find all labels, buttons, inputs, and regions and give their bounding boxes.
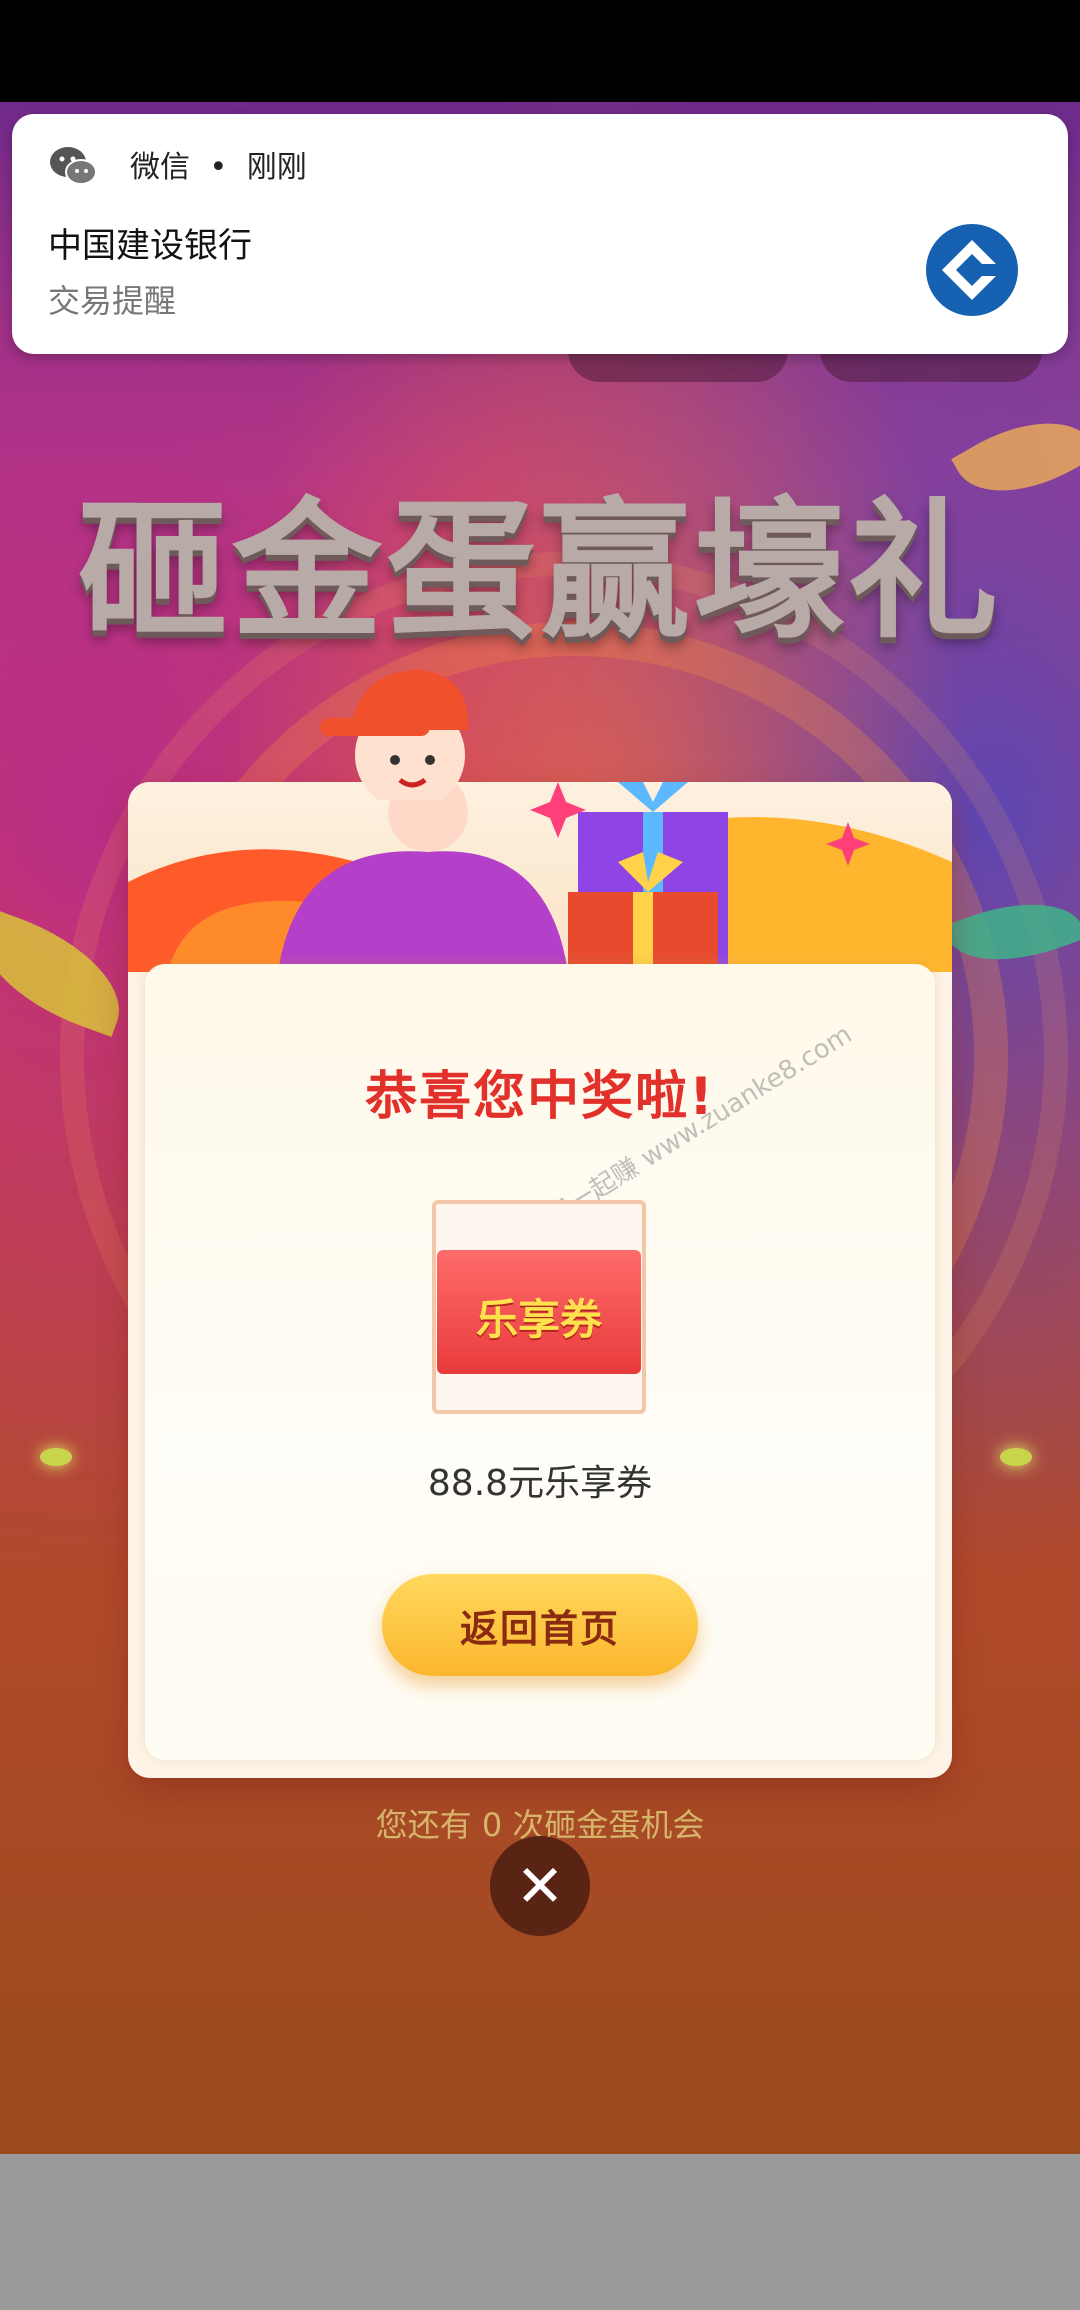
banner-illustration [128, 782, 952, 972]
status-bar [0, 0, 1080, 102]
return-home-button[interactable]: 返回首页 [382, 1574, 698, 1676]
page: 砸金蛋赢壕礼 赚客吧，有奖一起赚 www.zuanke8.com 恭喜您中奖啦! [0, 0, 1080, 2310]
coupon-label: 乐享券 [475, 1295, 602, 1344]
notification-title: 中国建设银行 [48, 226, 252, 266]
mascot-head [320, 670, 469, 800]
wechat-icon [50, 147, 97, 185]
wechat-notification[interactable]: 微信 • 刚刚 中国建设银行 交易提醒 [12, 114, 1068, 354]
notification-time: 刚刚 [246, 150, 307, 185]
bottom-area [0, 2154, 1080, 2310]
prize-name: 88.8元乐享券 [427, 1463, 653, 1504]
notification-app-name: 微信 [130, 150, 190, 185]
dialog-banner [128, 782, 952, 972]
return-home-label: 返回首页 [459, 1606, 620, 1651]
close-icon: ✕ [515, 1852, 565, 1920]
decor-dot [40, 1448, 72, 1466]
congrats-headline: 恭喜您中奖啦! [365, 1067, 715, 1127]
notification-separator: • [209, 150, 228, 185]
decor-dot [1000, 1448, 1032, 1466]
notification-header: 微信 • 刚刚 [130, 142, 307, 186]
notification-body: 交易提醒 [48, 282, 177, 320]
close-dialog-button[interactable]: ✕ [490, 1836, 590, 1936]
hero-title: 砸金蛋赢壕礼 [77, 485, 1002, 659]
ccb-logo-icon [926, 224, 1018, 316]
